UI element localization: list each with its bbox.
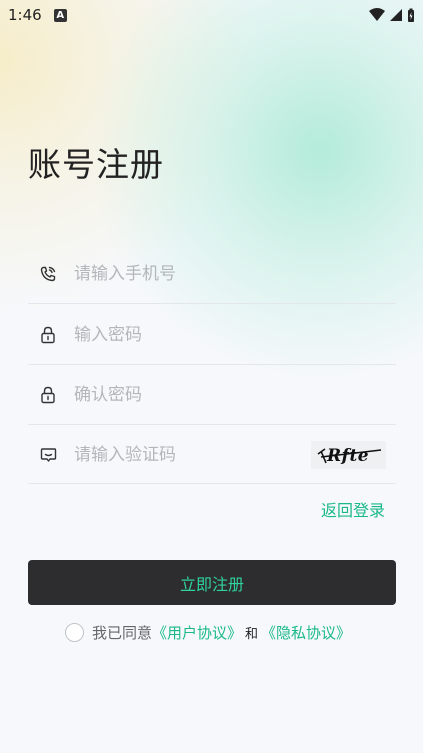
message-icon [37, 444, 59, 466]
agreement-and: 和 [245, 627, 259, 642]
phone-input[interactable] [72, 263, 396, 285]
notification-icon: A [53, 8, 67, 22]
password-field [28, 306, 396, 365]
user-agreement-link[interactable]: 《用户协议》 [152, 622, 242, 643]
status-time: 1:46 [8, 6, 42, 24]
status-bar: 1:46 A [0, 0, 423, 30]
privacy-policy-link[interactable]: 《隐私协议》 [261, 622, 351, 643]
confirm-password-field [28, 366, 396, 425]
phone-field [28, 245, 396, 304]
back-to-login-link[interactable]: 返回登录 [321, 497, 385, 521]
register-button[interactable]: 立即注册 [28, 560, 396, 605]
phone-icon [37, 263, 59, 285]
verification-code-input[interactable] [72, 444, 311, 466]
agreement-row: 我已同意 《用户协议》 和 《隐私协议》 [65, 622, 351, 643]
agreement-prefix: 我已同意 [92, 624, 153, 642]
agree-checkbox[interactable] [65, 623, 84, 642]
lock-icon [37, 384, 59, 406]
confirm-password-input[interactable] [72, 384, 396, 406]
lock-icon [37, 324, 59, 346]
captcha-image[interactable]: Rfte [311, 441, 386, 469]
signal-icon [390, 9, 402, 21]
password-input[interactable] [72, 324, 396, 346]
battery-icon [408, 8, 414, 22]
wifi-icon [369, 8, 385, 21]
verification-code-field: Rfte [28, 427, 396, 484]
page-title: 账号注册 [28, 145, 164, 184]
